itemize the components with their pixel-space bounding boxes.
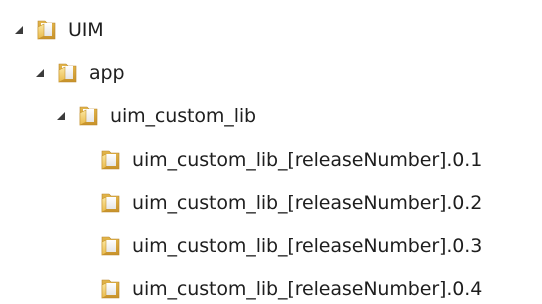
folder-icon (99, 277, 123, 301)
tree-node-release-folder[interactable]: uim_custom_lib_[releaseNumber].0.1 (99, 145, 482, 175)
tree-node-label: uim_custom_lib (110, 104, 257, 127)
tree-node-label: uim_custom_lib_[releaseNumber].0.1 (132, 148, 483, 171)
tree-node-uim[interactable]: UIM (13, 15, 104, 45)
tree-node-label: UIM (68, 18, 104, 41)
folder-icon (99, 191, 123, 215)
tree-node-release-folder[interactable]: uim_custom_lib_[releaseNumber].0.3 (99, 231, 482, 261)
collapse-triangle-icon[interactable] (13, 24, 25, 36)
collapse-triangle-icon[interactable] (34, 67, 46, 79)
folder-open-icon (77, 104, 101, 128)
tree-node-release-folder[interactable]: uim_custom_lib_[releaseNumber].0.2 (99, 188, 482, 218)
collapse-triangle-icon[interactable] (55, 110, 67, 122)
tree-node-label: uim_custom_lib_[releaseNumber].0.4 (132, 277, 483, 300)
folder-icon (99, 234, 123, 258)
tree-node-app[interactable]: app (34, 58, 125, 88)
folder-icon (99, 148, 123, 172)
tree-node-uim-custom-lib[interactable]: uim_custom_lib (55, 101, 256, 131)
folder-tree: UIM app uim_custom_lib uim_custom_lib_[r… (0, 0, 542, 300)
folder-open-icon (56, 61, 80, 85)
tree-node-label: uim_custom_lib_[releaseNumber].0.2 (132, 191, 483, 214)
folder-open-icon (35, 18, 59, 42)
tree-node-label: uim_custom_lib_[releaseNumber].0.3 (132, 234, 483, 257)
tree-node-label: app (89, 61, 125, 84)
